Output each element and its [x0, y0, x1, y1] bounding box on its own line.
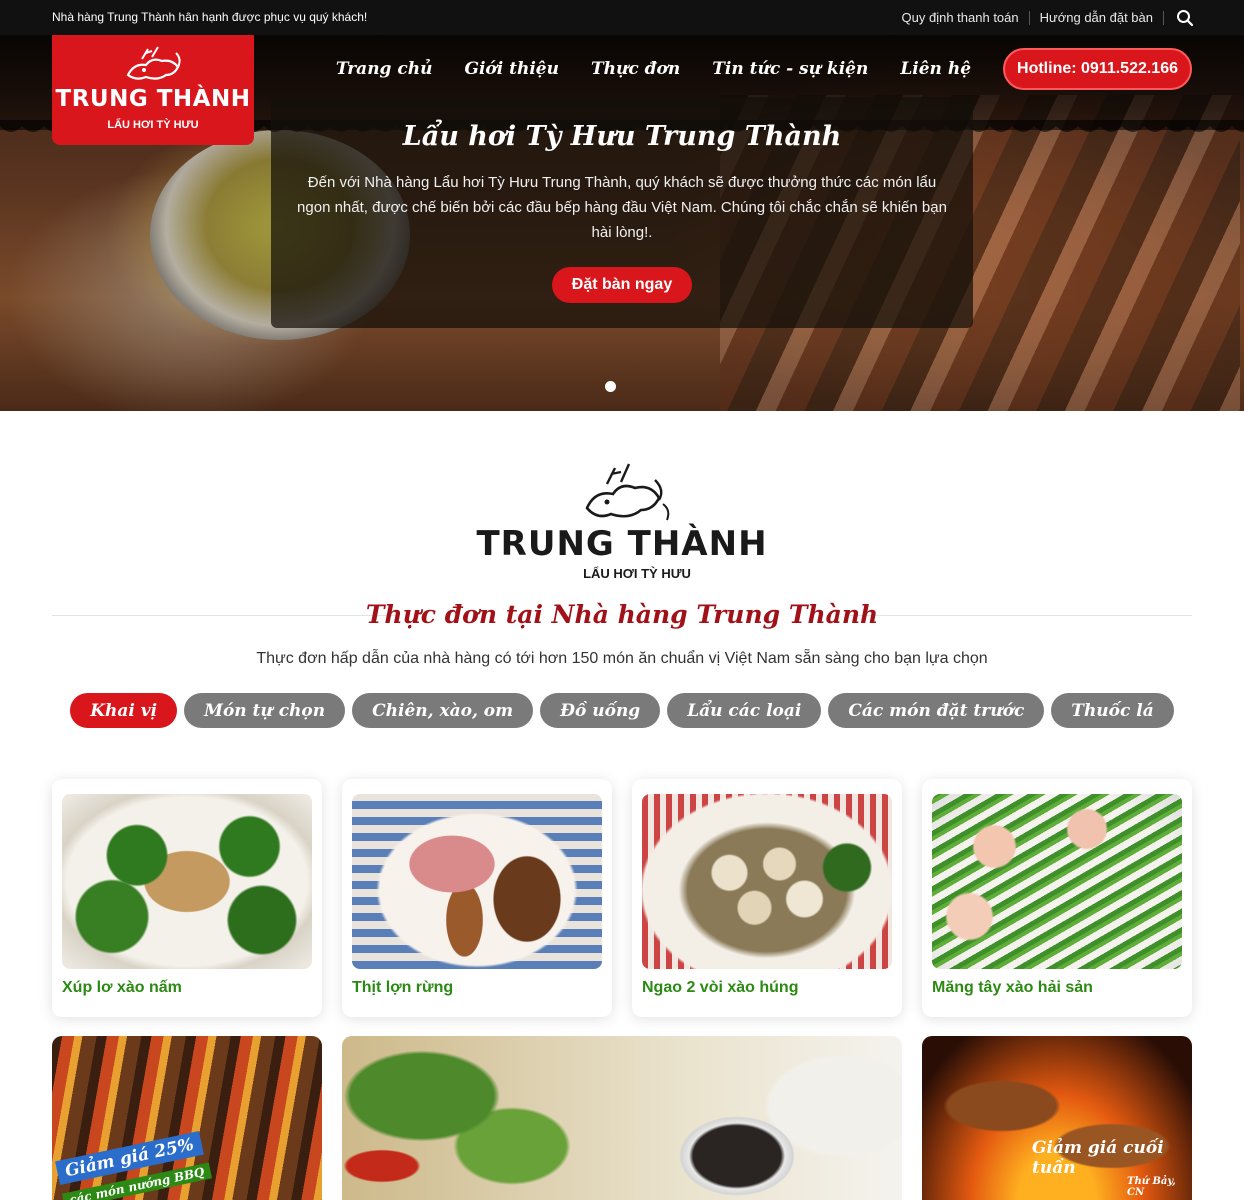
dish-name: Măng tây xào hải sản	[932, 979, 1093, 996]
logo-name: TRUNG THÀNH	[55, 86, 251, 112]
promo-weekend-card[interactable]: Giảm giá cuối tuần Thứ Bảy, CN	[922, 1036, 1192, 1200]
book-now-button[interactable]: Đặt bàn ngay	[551, 267, 693, 303]
nav-news[interactable]: Tin tức - sự kiện	[712, 59, 868, 79]
search-icon[interactable]	[1164, 9, 1194, 27]
logo-creature-icon	[126, 46, 181, 80]
booking-guide-link[interactable]: Hướng dẫn đặt bàn	[1030, 10, 1164, 25]
payment-policy-link[interactable]: Quy định thanh toán	[892, 10, 1030, 25]
tab-custom[interactable]: Món tự chọn	[184, 693, 346, 728]
nav-home[interactable]: Trang chủ	[336, 59, 433, 79]
nav-about[interactable]: Giới thiệu	[464, 59, 559, 79]
menu-brand-logo: TRUNG THÀNH LẨU HƠI TỲ HƯU	[0, 460, 1244, 581]
nav-menu[interactable]: Thực đơn	[591, 59, 680, 79]
tab-appetizers[interactable]: Khai vị	[70, 693, 178, 728]
brand-tagline: LẨU HƠI TỲ HƯU	[583, 566, 691, 581]
menu-item-card[interactable]: Ngao 2 vòi xào húng	[632, 779, 902, 1017]
top-links: Quy định thanh toán Hướng dẫn đặt bàn	[892, 0, 1194, 35]
tab-fried[interactable]: Chiên, xào, om	[352, 693, 534, 728]
tab-drinks[interactable]: Đồ uống	[540, 693, 661, 728]
brand-name: TRUNG THÀNH	[476, 524, 768, 564]
site-logo[interactable]: TRUNG THÀNH LẨU HƠI TỲ HƯU	[52, 35, 254, 145]
dish-photo	[62, 794, 312, 969]
slider-dot[interactable]	[605, 381, 616, 392]
menu-title: Thực đơn tại Nhà hàng Trung Thành	[365, 600, 879, 629]
promo-dipping-sauce-photo[interactable]	[342, 1036, 902, 1200]
nav-contact[interactable]: Liên hệ	[900, 59, 971, 79]
tab-preorder[interactable]: Các món đặt trước	[828, 693, 1045, 728]
dish-photo	[932, 794, 1182, 969]
hero-title: Lẩu hơi Tỳ Hưu Trung Thành	[402, 121, 842, 152]
dish-name: Thịt lợn rừng	[352, 979, 454, 996]
tab-tobacco[interactable]: Thuốc lá	[1051, 693, 1174, 728]
hero-banner: Lẩu hơi Tỳ Hưu Trung Thành Đến với Nhà h…	[271, 97, 973, 328]
dish-name: Ngao 2 vòi xào húng	[642, 979, 799, 996]
menu-heading: Thực đơn tại Nhà hàng Trung Thành	[52, 600, 1192, 630]
menu-item-card[interactable]: Thịt lợn rừng	[342, 779, 612, 1017]
dish-photo	[642, 794, 892, 969]
welcome-text: Nhà hàng Trung Thành hân hạnh được phục …	[52, 10, 368, 24]
promo-weekend-badge: Giảm giá cuối tuần	[1032, 1138, 1164, 1178]
main-nav: Trang chủ Giới thiệu Thực đơn Tin tức - …	[336, 48, 1192, 90]
menu-item-card[interactable]: Xúp lơ xào nấm	[52, 779, 322, 1017]
hero-description: Đến với Nhà hàng Lẩu hơi Tỳ Hưu Trung Th…	[297, 174, 947, 241]
promo-bbq-card[interactable]: Giảm giá 25% các món nướng BBQ	[52, 1036, 322, 1200]
brand-creature-icon	[585, 463, 670, 521]
hotline-button[interactable]: Hotline: 0911.522.166	[1003, 48, 1192, 90]
menu-item-card[interactable]: Măng tây xào hải sản	[922, 779, 1192, 1017]
menu-tabs: Khai vị Món tự chọn Chiên, xào, om Đồ uố…	[0, 693, 1244, 728]
promo-weekend-subtitle: Thứ Bảy, CN	[1127, 1176, 1176, 1198]
top-bar: Nhà hàng Trung Thành hân hạnh được phục …	[0, 0, 1244, 35]
menu-subtitle: Thực đơn hấp dẫn của nhà hàng có tới hơn…	[256, 650, 988, 667]
tab-hotpots[interactable]: Lẩu các loại	[667, 693, 822, 728]
dish-photo	[352, 794, 602, 969]
dish-name: Xúp lơ xào nấm	[62, 979, 182, 996]
logo-tagline: LẨU HƠI TỲ HƯU	[107, 119, 199, 131]
